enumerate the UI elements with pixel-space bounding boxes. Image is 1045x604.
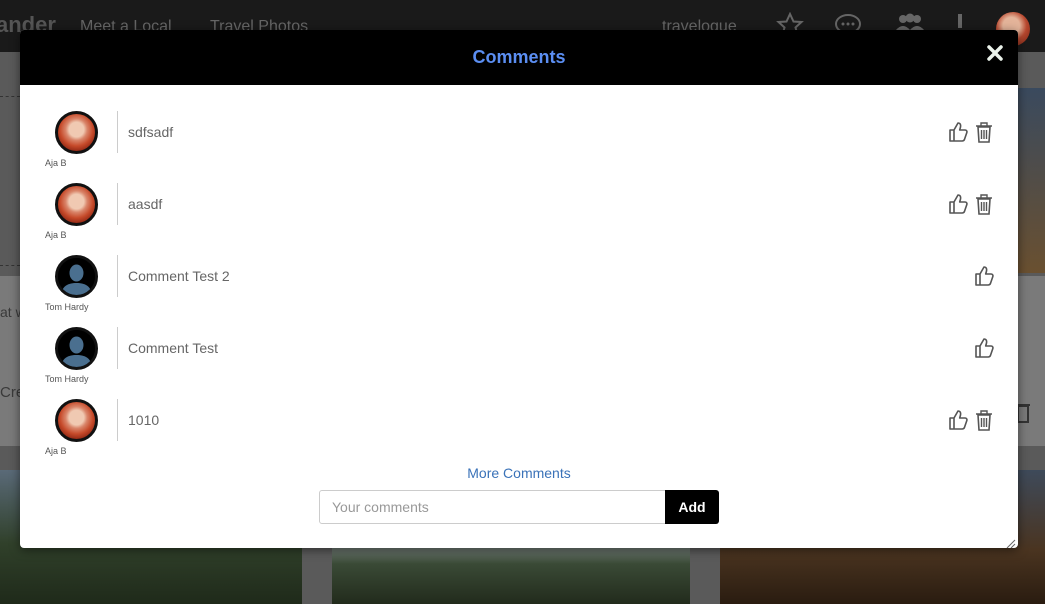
modal-title: Comments — [472, 47, 566, 67]
divider — [117, 255, 118, 297]
thumbs-up-icon[interactable] — [974, 265, 994, 287]
thumbs-up-icon[interactable] — [974, 337, 994, 359]
commenter-avatar[interactable] — [55, 183, 98, 226]
comment-item: Tom Hardy Comment Test 2 — [20, 255, 1018, 327]
commenter-avatar[interactable] — [55, 327, 98, 370]
comment-text: aasdf — [128, 196, 163, 212]
comment-author[interactable]: Tom Hardy — [45, 374, 89, 384]
trash-icon[interactable] — [975, 409, 995, 431]
comment-item: Tom Hardy Comment Test — [20, 327, 1018, 399]
background-card — [0, 276, 20, 446]
commenter-avatar[interactable] — [55, 399, 98, 442]
thumbs-up-icon[interactable] — [948, 409, 968, 431]
comment-author[interactable]: Aja B — [45, 158, 67, 168]
comment-author[interactable]: Aja B — [45, 446, 67, 456]
thumbs-up-icon[interactable] — [948, 121, 968, 143]
commenter-avatar[interactable] — [55, 255, 98, 298]
comment-item: Aja B sdfsadf — [20, 111, 1018, 183]
comment-author[interactable]: Tom Hardy — [45, 302, 89, 312]
comment-text: Comment Test 2 — [128, 268, 230, 284]
comment-item: Aja B aasdf — [20, 183, 1018, 255]
commenter-avatar[interactable] — [55, 111, 98, 154]
divider — [117, 183, 118, 225]
comment-item: Aja B 1010 — [20, 399, 1018, 471]
divider — [117, 111, 118, 153]
trash-icon[interactable] — [975, 193, 995, 215]
resize-grip-icon[interactable] — [1006, 536, 1016, 548]
divider — [117, 327, 118, 369]
travel-photo[interactable] — [1018, 88, 1045, 273]
add-comment-button[interactable]: Add — [665, 490, 719, 524]
trash-icon[interactable] — [1016, 402, 1030, 429]
comments-modal: Comments Aja B sdfsadf Aja B aasdf Tom H… — [20, 30, 1018, 548]
more-comments-link[interactable]: More Comments — [20, 465, 1018, 481]
divider — [117, 399, 118, 441]
close-icon[interactable] — [986, 44, 1004, 62]
modal-header: Comments — [20, 30, 1018, 85]
trash-icon[interactable] — [975, 121, 995, 143]
comment-text: Comment Test — [128, 340, 218, 356]
comment-text: 1010 — [128, 412, 160, 428]
divider — [0, 96, 20, 97]
thumbs-up-icon[interactable] — [948, 193, 968, 215]
comment-text: sdfsadf — [128, 124, 174, 140]
comment-author[interactable]: Aja B — [45, 230, 67, 240]
divider — [0, 265, 20, 266]
comment-input[interactable] — [319, 490, 666, 524]
